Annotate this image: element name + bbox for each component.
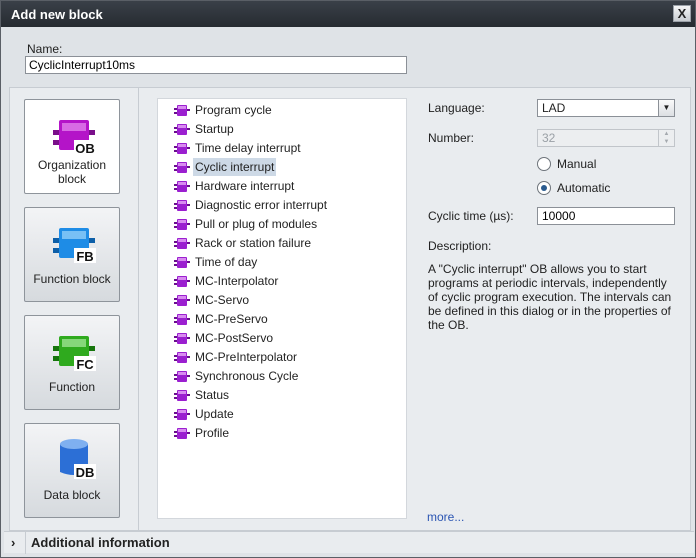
ob-list-item-label: Update [195, 407, 234, 421]
function-block-label: Function block [33, 272, 111, 286]
number-value: 32 [542, 131, 556, 145]
ob-item-icon [174, 105, 190, 116]
manual-label: Manual [557, 157, 597, 171]
number-spinner: 32 ▲ ▼ [537, 129, 675, 147]
ob-list-item-label: MC-PreServo [195, 312, 268, 326]
ob-list-item-label: Startup [195, 122, 234, 136]
fb-block-icon: FB [53, 228, 96, 264]
ob-type-list: Program cycle Startup Time delay interrupt… [157, 98, 407, 519]
ob-list-item-label: MC-Interpolator [195, 274, 279, 288]
automatic-label: Automatic [557, 181, 611, 195]
spin-arrows-icon: ▲ ▼ [658, 130, 674, 146]
ob-item-icon [174, 219, 190, 230]
organization-block-button[interactable]: OB Organization block [24, 99, 120, 194]
organization-block-label-2: block [57, 172, 86, 186]
language-label: Language: [428, 101, 485, 115]
ob-item-icon [174, 257, 190, 268]
automatic-radio[interactable] [537, 181, 551, 195]
ob-list-item-label: MC-PostServo [195, 331, 274, 345]
name-label: Name: [27, 42, 63, 56]
function-button[interactable]: FC Function [24, 315, 120, 410]
ob-item-icon [174, 352, 190, 363]
ob-list-item-label: Time of day [195, 255, 258, 269]
ob-item-icon [174, 200, 190, 211]
cyclic-time-input[interactable] [537, 207, 675, 225]
ob-item-icon [174, 409, 190, 420]
ob-item-icon [174, 276, 190, 287]
ob-list-item-label: Status [195, 388, 230, 402]
ob-item-icon [174, 428, 190, 439]
ob-list-item-label: Hardware interrupt [195, 179, 295, 193]
fc-block-icon: FC [53, 336, 96, 372]
add-new-block-dialog: Add new block X Name: OB Organization bl… [0, 0, 696, 558]
ob-item-icon [174, 390, 190, 401]
language-dropdown[interactable]: LAD ▼ [537, 99, 675, 117]
ob-list-item-label: Rack or station failure [195, 236, 312, 250]
organization-block-label-1: Organization [37, 158, 107, 172]
number-label: Number: [428, 131, 475, 145]
ob-list-item-label: Program cycle [195, 103, 272, 117]
dialog-title: Add new block [11, 7, 103, 22]
ob-item-icon [174, 238, 190, 249]
ob-item-icon [174, 333, 190, 344]
function-label: Function [48, 380, 96, 394]
svg-text:OB: OB [75, 141, 95, 156]
data-block-label: Data block [43, 488, 101, 502]
chevron-down-icon[interactable]: ▼ [658, 100, 674, 116]
ob-item-icon [174, 143, 190, 154]
ob-list-item-label: Diagnostic error interrupt [195, 198, 328, 212]
ob-block-icon: OB [53, 120, 96, 156]
ob-list-item-label: Profile [195, 426, 230, 440]
ob-list-item-label: Pull or plug of modules [195, 217, 318, 231]
language-value: LAD [542, 101, 566, 115]
block-name-input[interactable] [25, 56, 407, 74]
title-bar: Add new block X [1, 1, 695, 27]
description-label: Description: [428, 239, 492, 253]
ob-item-icon [174, 124, 190, 135]
ob-list-item-label: Cyclic interrupt [193, 158, 277, 176]
more-link[interactable]: more... [427, 510, 464, 524]
ob-item-icon [174, 314, 190, 325]
close-button[interactable]: X [673, 5, 691, 22]
additional-information-label: Additional information [31, 535, 170, 550]
ob-list-item-label: MC-Servo [195, 293, 250, 307]
svg-text:FB: FB [76, 249, 93, 264]
svg-text:DB: DB [76, 465, 95, 480]
svg-text:FC: FC [76, 357, 94, 372]
block-type-divider [138, 87, 139, 531]
ob-item-icon [174, 181, 190, 192]
additional-information-bar[interactable]: › Additional information [4, 531, 694, 554]
ob-list-item-label: Time delay interrupt [195, 141, 301, 155]
cyclic-time-label: Cyclic time (µs): [428, 209, 514, 223]
data-block-button[interactable]: DB Data block [24, 423, 120, 518]
function-block-button[interactable]: FB Function block [24, 207, 120, 302]
description-text: A "Cyclic interrupt" OB allows you to st… [428, 262, 672, 332]
ob-list-item-label: Synchronous Cycle [195, 369, 299, 383]
ob-item-icon [174, 371, 190, 382]
chevron-right-icon[interactable]: › [11, 535, 15, 550]
db-block-icon: DB [60, 439, 96, 480]
ob-list-item-label: MC-PreInterpolator [195, 350, 298, 364]
ob-item-icon [174, 162, 190, 173]
footer-divider [25, 532, 26, 554]
ob-item-icon [174, 295, 190, 306]
manual-radio[interactable] [537, 157, 551, 171]
